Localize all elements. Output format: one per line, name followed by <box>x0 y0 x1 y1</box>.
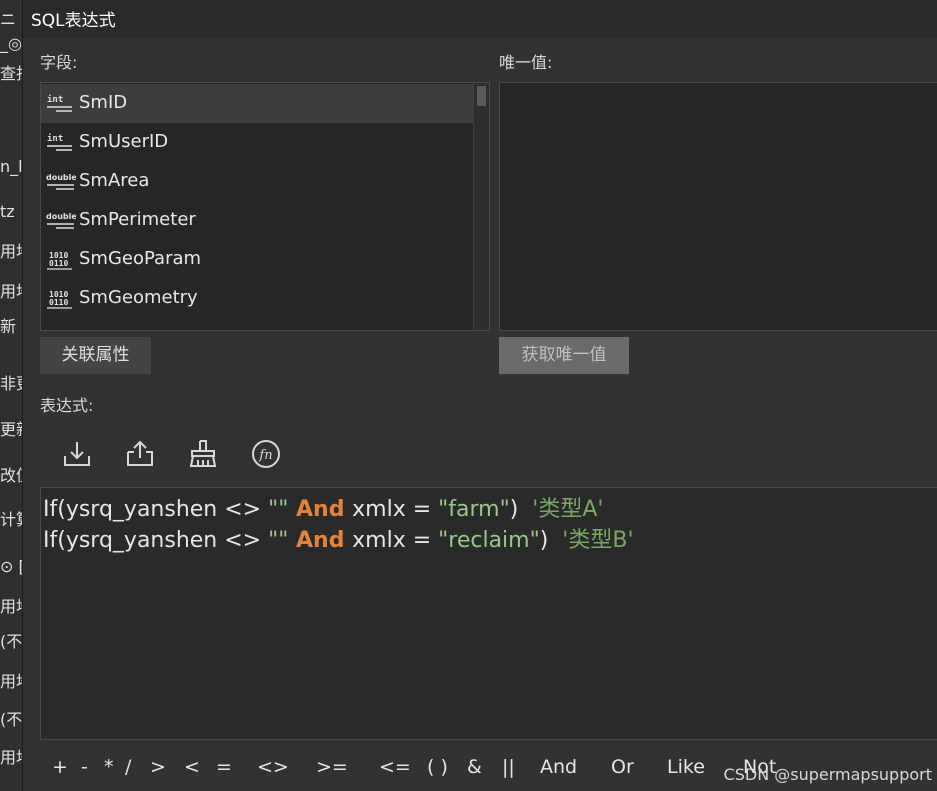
background-fragment: 用地 <box>0 597 22 616</box>
operator-button[interactable]: & <box>467 756 482 778</box>
svg-text:int: int <box>47 94 63 105</box>
expression-token: "farm" <box>438 497 510 522</box>
operator-button[interactable]: <= <box>379 756 411 778</box>
svg-text:fn: fn <box>258 448 272 463</box>
field-item[interactable]: 1010 0110 SmGeometry <box>41 279 473 318</box>
field-name: SmID <box>79 92 128 113</box>
svg-text:0110: 0110 <box>49 259 68 268</box>
operator-button[interactable]: - <box>81 756 88 778</box>
operator-button[interactable]: = <box>216 756 232 778</box>
get-unique-values-button[interactable]: 获取唯一值 <box>499 337 629 374</box>
expression-token: ) <box>509 497 533 522</box>
field-list[interactable]: 1010 0110 SmGeometry 1010 0110 SmGeoParam doub… <box>40 82 490 331</box>
expression-token: "" <box>268 497 289 522</box>
field-name: SmGeometry <box>79 287 198 308</box>
field-item[interactable]: 1010 0110 SmGeoParam <box>41 240 473 279</box>
background-fragment: 更新 <box>0 420 22 439</box>
field-name: SmPerimeter <box>79 209 196 230</box>
import-icon[interactable] <box>61 438 93 470</box>
expression-token: '类型B' <box>562 528 634 553</box>
expression-editor[interactable]: If(ysrq_yanshen <> "" And xmlx = "farm")… <box>40 487 937 740</box>
expression-line: If(ysrq_yanshen <> "" And xmlx = "reclai… <box>43 522 634 554</box>
svg-text:double: double <box>46 212 76 221</box>
background-fragment: (不 <box>0 632 22 651</box>
binary-type-icon: 1010 0110 <box>46 249 74 271</box>
background-fragment: 查找 <box>0 64 22 83</box>
int-type-icon: int <box>46 132 74 154</box>
watermark: CSDN @supermapsupport <box>723 765 932 784</box>
export-icon[interactable] <box>124 438 156 470</box>
expression-token: xmlx = <box>352 497 439 522</box>
operator-button[interactable]: || <box>502 756 515 778</box>
background-fragment: _◎ <box>0 34 22 53</box>
field-item[interactable]: double SmPerimeter <box>41 201 473 240</box>
binary-type-icon: 1010 0110 <box>46 288 74 310</box>
sql-expression-dialog: SQL表达式 字段: 唯一值: 1010 0110 SmGeometry 1010 01… <box>22 0 937 791</box>
expression-token: And <box>288 497 353 522</box>
operator-button[interactable]: Like <box>667 756 705 778</box>
expression-label: 表达式: <box>40 396 94 415</box>
title-bar[interactable]: SQL表达式 <box>23 0 937 38</box>
background-fragment: n_l <box>0 157 22 176</box>
expression-token: If(ysrq_yanshen <> <box>43 497 269 522</box>
operator-button[interactable]: * <box>104 756 114 778</box>
operator-button[interactable]: / <box>125 756 131 778</box>
background-fragment: 计算 <box>0 510 22 529</box>
operator-button[interactable]: + <box>52 756 68 778</box>
svg-text:0110: 0110 <box>49 298 68 307</box>
operator-button[interactable]: <> <box>257 756 289 778</box>
background-window-strip: ニ_◎查找n_ltz用地用地新非更更新改值计算⊙ [用地(不用地(不用地 <box>0 0 22 791</box>
background-fragment: (不 <box>0 710 22 729</box>
svg-text:double: double <box>46 173 76 182</box>
operator-button[interactable]: >= <box>316 756 348 778</box>
expression-token: xmlx = <box>352 528 439 553</box>
field-item[interactable]: int SmUserID <box>41 123 473 162</box>
operator-button[interactable]: And <box>540 756 577 778</box>
double-type-icon: double <box>46 171 77 193</box>
background-fragment: 用地 <box>0 672 22 691</box>
expression-token: '类型A' <box>532 497 604 522</box>
operator-button[interactable]: Or <box>611 756 634 778</box>
double-type-icon: double <box>46 210 77 232</box>
background-fragment: tz <box>0 202 15 221</box>
expression-token: "" <box>268 528 289 553</box>
background-fragment: 改值 <box>0 466 22 485</box>
fields-label: 字段: <box>40 53 78 72</box>
unique-values-list[interactable] <box>499 82 937 331</box>
background-fragment: 非更 <box>0 374 22 393</box>
background-fragment: 用地 <box>0 748 22 767</box>
expression-token: ) <box>539 528 563 553</box>
field-item[interactable]: int SmID <box>41 84 473 123</box>
field-name: SmGeoParam <box>79 248 202 269</box>
background-fragment: 新 <box>0 317 17 336</box>
operator-button[interactable]: < <box>184 756 200 778</box>
scrollbar-thumb[interactable] <box>477 86 486 106</box>
clear-icon[interactable] <box>187 438 219 470</box>
function-icon[interactable]: fn <box>250 438 282 470</box>
unique-values-label: 唯一值: <box>499 53 553 72</box>
dialog-title: SQL表达式 <box>31 11 116 31</box>
expression-token: "reclaim" <box>438 528 540 553</box>
int-type-icon: int <box>46 93 74 115</box>
field-name: SmArea <box>79 170 150 191</box>
background-fragment: 用地 <box>0 282 22 301</box>
field-name: SmUserID <box>79 131 169 152</box>
expression-line: If(ysrq_yanshen <> "" And xmlx = "farm")… <box>43 491 603 523</box>
expression-token: If(ysrq_yanshen <> <box>43 528 269 553</box>
expression-token: And <box>288 528 353 553</box>
svg-text:int: int <box>47 133 63 144</box>
background-fragment: ニ <box>0 10 17 29</box>
operator-button[interactable]: ( ) <box>427 756 448 778</box>
background-fragment: ⊙ [ <box>0 557 22 576</box>
field-list-scrollbar[interactable] <box>473 83 489 330</box>
related-attribute-button[interactable]: 关联属性 <box>40 337 151 374</box>
background-fragment: 用地 <box>0 242 22 261</box>
field-item[interactable]: double SmArea <box>41 162 473 201</box>
operator-button[interactable]: > <box>150 756 166 778</box>
